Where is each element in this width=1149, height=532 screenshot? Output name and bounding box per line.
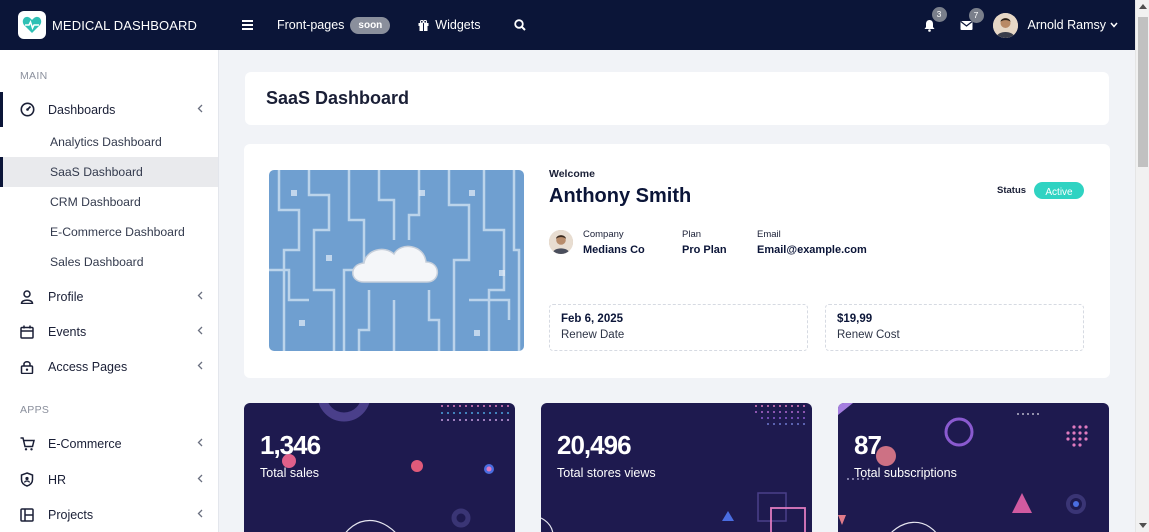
plan-label: Plan [682, 229, 702, 240]
renew-date-box: Feb 6, 2025 Renew Date [549, 304, 808, 351]
section-label-apps: APPS [20, 404, 50, 416]
sidebar-subitem-label: Analytics Dashboard [50, 135, 162, 149]
messages-button[interactable]: 7 [959, 7, 984, 31]
stat-card-total-stores-views: 20,496 Total stores views [541, 403, 812, 532]
email-value: Email@example.com [757, 244, 867, 256]
sidebar-item-dashboards[interactable]: Dashboards [0, 92, 218, 127]
frontpages-link[interactable]: Front-pages soon [277, 0, 391, 50]
search-button[interactable] [514, 0, 527, 50]
company-value: Medians Co [583, 244, 645, 256]
search-icon [514, 19, 527, 31]
welcome-label: Welcome [549, 168, 595, 180]
status-label: Status [997, 185, 1027, 196]
sidebar-item-hr[interactable]: HR [0, 462, 218, 497]
menu-toggle-button[interactable] [242, 0, 253, 50]
user-name: Arnold Ramsy [1027, 18, 1107, 32]
chevron-left-icon [197, 326, 203, 335]
logo-icon [18, 11, 46, 39]
stat-label: Total subscriptions [854, 466, 957, 480]
chevron-left-icon [197, 474, 203, 483]
notifications-count-badge: 3 [931, 6, 947, 22]
stat-label: Total stores views [557, 466, 656, 480]
renew-cost-value: $19,99 [837, 313, 873, 325]
company-label: Company [583, 229, 624, 240]
sidebar-subitem-sales[interactable]: Sales Dashboard [0, 247, 218, 277]
renew-date-label: Renew Date [561, 329, 625, 341]
subscription-profile-card: Welcome Anthony Smith Status Active Comp… [244, 144, 1110, 378]
chevron-left-icon [197, 291, 203, 300]
sidebar-subitem-label: SaaS Dashboard [50, 165, 143, 179]
sidebar-subitem-label: E-Commerce Dashboard [50, 225, 185, 239]
cart-icon [19, 436, 35, 452]
stat-value: 87 [854, 430, 882, 460]
page-title-card: SaaS Dashboard [245, 72, 1109, 125]
brand-name: MEDICAL DASHBOARD [52, 17, 197, 33]
chevron-down-icon [1110, 22, 1118, 28]
sidebar-subitem-ecommerce-dashboard[interactable]: E-Commerce Dashboard [0, 217, 218, 247]
avatar [992, 12, 1018, 38]
chevron-left-icon [197, 509, 203, 518]
sidebar-item-label: E-Commerce [48, 436, 122, 451]
stat-label: Total sales [260, 466, 320, 480]
brand[interactable]: MEDICAL DASHBOARD [0, 11, 219, 39]
user-icon [19, 289, 35, 305]
user-menu[interactable]: Arnold Ramsy [992, 12, 1119, 38]
stat-value: 20,496 [557, 430, 632, 460]
sidebar-subitem-saas[interactable]: SaaS Dashboard [0, 157, 218, 187]
sidebar-subitem-label: CRM Dashboard [50, 195, 141, 209]
shield-icon [19, 472, 35, 488]
envelope-icon [959, 20, 973, 30]
cloud-banner-image [269, 170, 524, 351]
email-label: Email [757, 229, 781, 240]
chevron-left-icon [197, 104, 203, 113]
frontpages-label: Front-pages [277, 18, 345, 32]
sidebar-subitem-crm[interactable]: CRM Dashboard [0, 187, 218, 217]
scroll-up-arrow-icon[interactable] [1139, 4, 1147, 9]
widgets-label: Widgets [435, 18, 481, 32]
sidebar-item-events[interactable]: Events [0, 314, 218, 349]
sidebar-item-label: Projects [48, 507, 94, 522]
gauge-icon [19, 102, 35, 118]
status-badge: Active [1034, 182, 1084, 199]
gift-icon [418, 19, 429, 31]
scrollbar-thumb[interactable] [1138, 17, 1148, 167]
sidebar-item-ecommerce[interactable]: E-Commerce [0, 426, 218, 461]
soon-badge: soon [350, 16, 391, 34]
top-navbar: MEDICAL DASHBOARD Front-pages soon Widge… [0, 0, 1135, 50]
calendar-icon [19, 324, 35, 340]
vertical-scrollbar[interactable] [1135, 0, 1149, 532]
scroll-down-arrow-icon[interactable] [1139, 523, 1147, 528]
chevron-left-icon [197, 438, 203, 447]
chevron-left-icon [197, 361, 203, 370]
sidebar-item-label: HR [48, 472, 67, 487]
customer-name: Anthony Smith [549, 185, 692, 207]
sidebar: MAIN Dashboards Analytics Dashboard SaaS… [0, 50, 219, 532]
sidebar-subitem-analytics[interactable]: Analytics Dashboard [0, 127, 218, 157]
stat-value: 1,346 [260, 430, 321, 460]
stat-card-total-subscriptions: 87 Total subscriptions [838, 403, 1109, 532]
renew-cost-label: Renew Cost [837, 329, 900, 341]
stat-card-total-sales: 1,346 Total sales [244, 403, 515, 532]
sidebar-item-label: Access Pages [48, 359, 128, 374]
sidebar-item-label: Events [48, 324, 87, 339]
notifications-button[interactable]: 3 [923, 6, 947, 32]
sidebar-item-label: Dashboards [48, 102, 116, 117]
sidebar-item-profile[interactable]: Profile [0, 279, 218, 314]
renew-date-value: Feb 6, 2025 [561, 313, 624, 325]
section-label-main: MAIN [20, 70, 48, 82]
sidebar-item-projects[interactable]: Projects [0, 497, 218, 532]
messages-count-badge: 7 [968, 7, 984, 23]
avatar [549, 230, 573, 254]
page-title: SaaS Dashboard [266, 88, 410, 108]
lock-icon [19, 359, 35, 375]
renew-cost-box: $19,99 Renew Cost [825, 304, 1084, 351]
sidebar-subitem-label: Sales Dashboard [50, 255, 144, 269]
bell-icon [924, 19, 934, 32]
widgets-link[interactable]: Widgets [418, 0, 480, 50]
sidebar-item-label: Profile [48, 289, 84, 304]
plan-value: Pro Plan [682, 244, 727, 256]
sidebar-item-access-pages[interactable]: Access Pages [0, 349, 218, 384]
hamburger-icon [242, 20, 253, 30]
projects-icon [19, 507, 35, 523]
